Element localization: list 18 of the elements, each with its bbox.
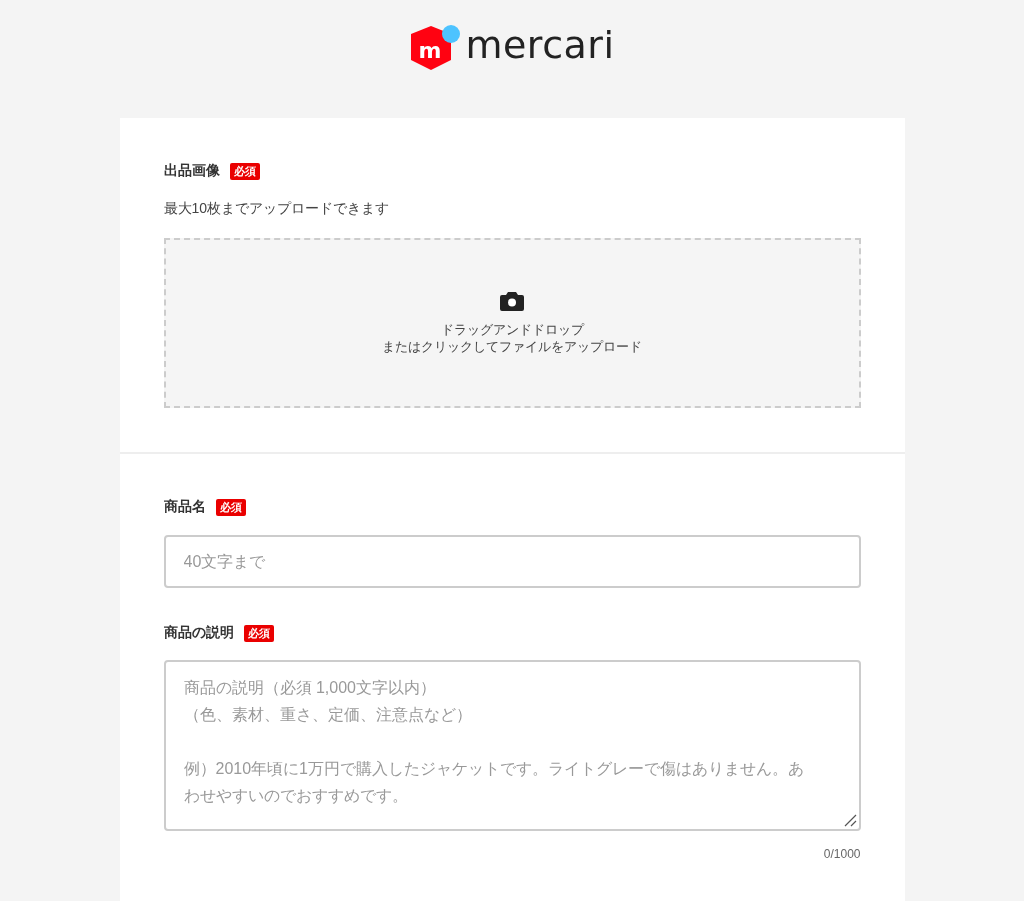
- resize-handle-icon[interactable]: [842, 813, 857, 827]
- placeholder-text: （色、素材、重さ、定価、注意点など）: [183, 705, 473, 725]
- required-badge: 必須: [229, 162, 260, 180]
- field-label: 商品名: [163, 498, 206, 516]
- dropzone-text: またはクリックしてファイルをアップロード: [382, 338, 642, 355]
- logo-wordmark: mercari: [465, 26, 615, 64]
- upload-note: 最大10枚までアップロードできます: [163, 200, 391, 218]
- placeholder-text: 商品の説明（必須 1,000文字以内）: [183, 678, 437, 698]
- upload-dropzone[interactable]: ドラッグアンドドロップ またはクリックしてファイルをアップロード: [163, 238, 861, 408]
- required-badge: 必須: [243, 624, 274, 642]
- placeholder-text: 例）2010年頃に1万円で購入したジャケットです。ライトグレーで傷はありません。あわせやすいのでおすすめです。: [183, 759, 805, 806]
- camera-icon: [500, 291, 524, 311]
- title-input-field[interactable]: 40文字まで: [163, 535, 861, 588]
- character-counter: 0/1000: [823, 847, 861, 861]
- field-label: 出品画像: [163, 162, 220, 180]
- required-badge: 必須: [215, 498, 246, 516]
- dropzone-text: ドラッグアンドドロップ: [440, 321, 584, 338]
- field-label: 商品の説明: [163, 624, 234, 642]
